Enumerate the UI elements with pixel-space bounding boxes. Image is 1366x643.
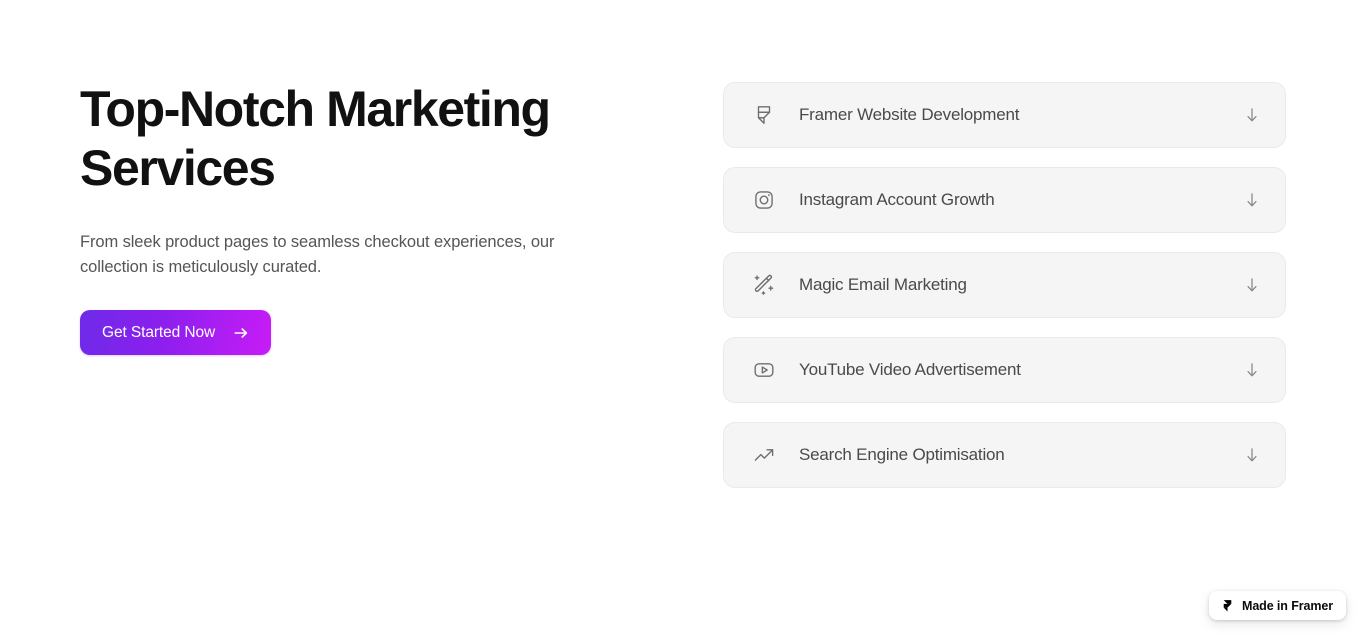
- instagram-icon: [752, 188, 776, 212]
- magic-wand-icon: [752, 273, 776, 297]
- get-started-button[interactable]: Get Started Now: [80, 310, 272, 355]
- framer-logo-icon: [1220, 599, 1234, 613]
- accordion-item-label: Search Engine Optimisation: [799, 445, 1005, 464]
- made-in-framer-label: Made in Framer: [1242, 598, 1333, 613]
- accordion-item-framer-website-development[interactable]: Framer Website Development: [723, 82, 1286, 148]
- get-started-button-label: Get Started Now: [102, 323, 216, 341]
- arrow-down-icon[interactable]: [1241, 359, 1263, 381]
- arrow-down-icon[interactable]: [1241, 274, 1263, 296]
- accordion-item-instagram-account-growth[interactable]: Instagram Account Growth: [723, 167, 1286, 233]
- accordion-item-label: Magic Email Marketing: [799, 275, 967, 294]
- arrow-down-icon[interactable]: [1241, 444, 1263, 466]
- arrow-right-icon: [233, 325, 249, 341]
- accordion-item-magic-email-marketing[interactable]: Magic Email Marketing: [723, 252, 1286, 318]
- hero-description: From sleek product pages to seamless che…: [80, 233, 555, 276]
- youtube-icon: [752, 358, 776, 382]
- arrow-down-icon[interactable]: [1241, 104, 1263, 126]
- accordion-item-label: Instagram Account Growth: [799, 190, 995, 209]
- trending-up-icon: [752, 443, 776, 467]
- landing-page: Top-Notch Marketing Services From sleek …: [0, 0, 1366, 643]
- accordion-item-label: Framer Website Development: [799, 105, 1020, 124]
- accordion-item-label: YouTube Video Advertisement: [799, 360, 1021, 379]
- made-in-framer-badge[interactable]: Made in Framer: [1209, 591, 1346, 620]
- framer-icon: [752, 103, 776, 127]
- arrow-down-icon[interactable]: [1241, 189, 1263, 211]
- page-title: Top-Notch Marketing Services: [80, 81, 551, 196]
- services-accordion: Framer Website Development Instagram Acc…: [723, 82, 1286, 488]
- accordion-item-youtube-video-advertisement[interactable]: YouTube Video Advertisement: [723, 337, 1286, 403]
- accordion-item-search-engine-optimisation[interactable]: Search Engine Optimisation: [723, 422, 1286, 488]
- hero-section: Top-Notch Marketing Services From sleek …: [80, 80, 640, 355]
